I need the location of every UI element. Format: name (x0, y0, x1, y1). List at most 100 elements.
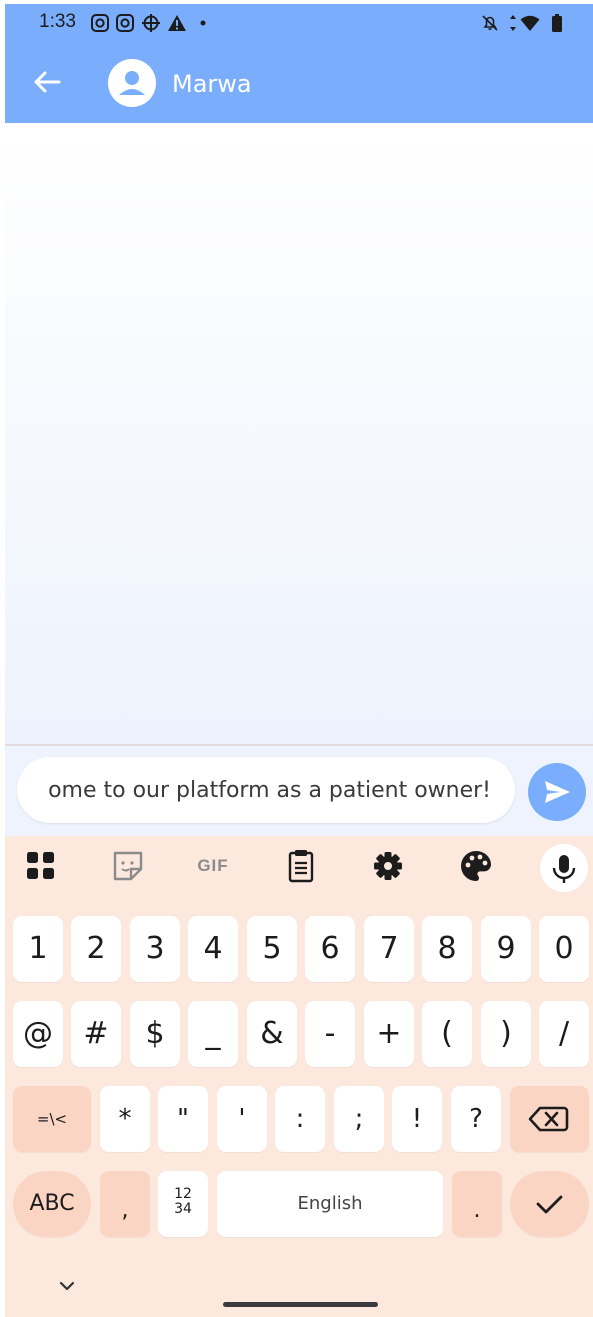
key-numpad-top: 12 (174, 1186, 192, 1202)
send-icon (545, 781, 570, 803)
key-enter[interactable] (510, 1171, 589, 1237)
key-period[interactable]: . (452, 1171, 502, 1237)
key[interactable]: : (275, 1086, 325, 1152)
person-icon (108, 59, 156, 107)
key-abc[interactable]: ABC (13, 1171, 91, 1237)
battery-icon (552, 14, 562, 32)
key-label: ) (500, 1016, 512, 1051)
key[interactable]: 2 (71, 916, 121, 982)
key-label: @ (23, 1016, 53, 1051)
key-symbols-more-label: =\< (36, 1110, 68, 1128)
key-space[interactable]: English (217, 1171, 443, 1237)
key[interactable]: 5 (247, 916, 297, 982)
key[interactable]: ) (481, 1001, 531, 1067)
contact-name[interactable]: Marwa (172, 70, 252, 98)
key[interactable]: $ (130, 1001, 180, 1067)
key[interactable]: 0 (539, 916, 589, 982)
key[interactable]: + (364, 1001, 414, 1067)
instagram-icon (91, 14, 109, 32)
key-label: ; (354, 1104, 364, 1134)
chevron-down-icon[interactable] (57, 1279, 77, 1293)
key[interactable]: ? (451, 1086, 501, 1152)
home-indicator[interactable] (223, 1302, 378, 1307)
key[interactable]: / (539, 1001, 589, 1067)
crosshair-icon (142, 14, 160, 32)
wifi-icon (520, 15, 540, 31)
key[interactable]: 7 (364, 916, 414, 982)
keyboard: GIF 1 2 3 4 5 6 7 8 9 0 @ # $ _ & - +() / =\< * " ':;!? ABC ,… (5, 836, 593, 1317)
key-comma[interactable]: , (100, 1171, 150, 1237)
key-label: 1 (28, 931, 48, 966)
key-label: 6 (320, 931, 340, 966)
bell-off-icon (482, 15, 498, 31)
backspace-icon (528, 1106, 569, 1132)
message-input[interactable]: ome to our platform as a patient owner! (17, 757, 515, 823)
key[interactable]: * (100, 1086, 150, 1152)
key[interactable]: 1 (13, 916, 63, 982)
key-label: # (83, 1016, 109, 1051)
key[interactable]: ; (334, 1086, 384, 1152)
key[interactable]: - (305, 1001, 355, 1067)
mic-icon (552, 855, 576, 883)
key-numpad[interactable]: 12 34 (158, 1171, 208, 1237)
key[interactable]: 4 (188, 916, 238, 982)
key-label: ? (469, 1104, 483, 1134)
key-label: 5 (262, 931, 282, 966)
instagram-icon (116, 14, 134, 32)
key-label: ' (238, 1104, 246, 1134)
key-label: : (295, 1104, 305, 1134)
key-label: * (118, 1104, 132, 1134)
key-label: ! (411, 1104, 423, 1134)
key-period-label: . (473, 1198, 481, 1223)
palette-icon[interactable] (454, 844, 498, 888)
checkmark-icon (536, 1195, 563, 1214)
mic-button[interactable] (540, 844, 588, 892)
key-label: ( (441, 1016, 453, 1051)
key-label: + (376, 1016, 402, 1051)
key-space-label: English (297, 1193, 363, 1214)
send-button[interactable] (528, 763, 586, 821)
screen: 1:33 Marwa ome to our platform as a pati… (5, 4, 593, 1317)
key[interactable]: ( (422, 1001, 472, 1067)
clipboard-icon[interactable] (279, 844, 323, 888)
key[interactable]: # (71, 1001, 121, 1067)
key-label: 2 (86, 931, 106, 966)
key-label: " (177, 1104, 189, 1134)
key-label: 7 (379, 931, 399, 966)
key-label: / (558, 1016, 570, 1051)
apps-icon[interactable] (19, 844, 63, 888)
key-label: 4 (203, 931, 223, 966)
key[interactable]: ' (217, 1086, 267, 1152)
key[interactable]: " (158, 1086, 208, 1152)
key[interactable]: 6 (305, 916, 355, 982)
key-numpad-bottom: 34 (174, 1201, 192, 1217)
back-arrow-icon[interactable] (31, 68, 63, 96)
key[interactable]: & (247, 1001, 297, 1067)
key-label: 8 (437, 931, 457, 966)
gear-icon[interactable] (366, 844, 410, 888)
key[interactable]: 8 (422, 916, 472, 982)
key-comma-label: , (121, 1198, 129, 1223)
sticker-icon[interactable] (106, 844, 150, 888)
key[interactable]: ! (392, 1086, 442, 1152)
key-symbols-more[interactable]: =\< (13, 1086, 91, 1152)
gif-button[interactable]: GIF (191, 844, 235, 888)
chat-area (5, 123, 593, 745)
key[interactable]: 9 (481, 916, 531, 982)
key-label: 9 (496, 931, 516, 966)
key-label: 3 (145, 931, 165, 966)
key[interactable]: @ (13, 1001, 63, 1067)
message-input-text: ome to our platform as a patient owner! (48, 778, 491, 803)
key[interactable]: _ (188, 1001, 238, 1067)
warning-icon (168, 15, 186, 31)
key-label: & (260, 1016, 284, 1051)
status-time: 1:33 (39, 11, 76, 32)
key-abc-label: ABC (29, 1191, 75, 1216)
key-backspace[interactable] (510, 1086, 589, 1152)
key-label: 0 (554, 931, 574, 966)
app-bar: 1:33 Marwa (5, 4, 593, 123)
key[interactable]: 3 (130, 916, 180, 982)
key-label: $ (145, 1016, 165, 1051)
avatar[interactable] (108, 59, 156, 107)
dot-icon (200, 20, 206, 26)
